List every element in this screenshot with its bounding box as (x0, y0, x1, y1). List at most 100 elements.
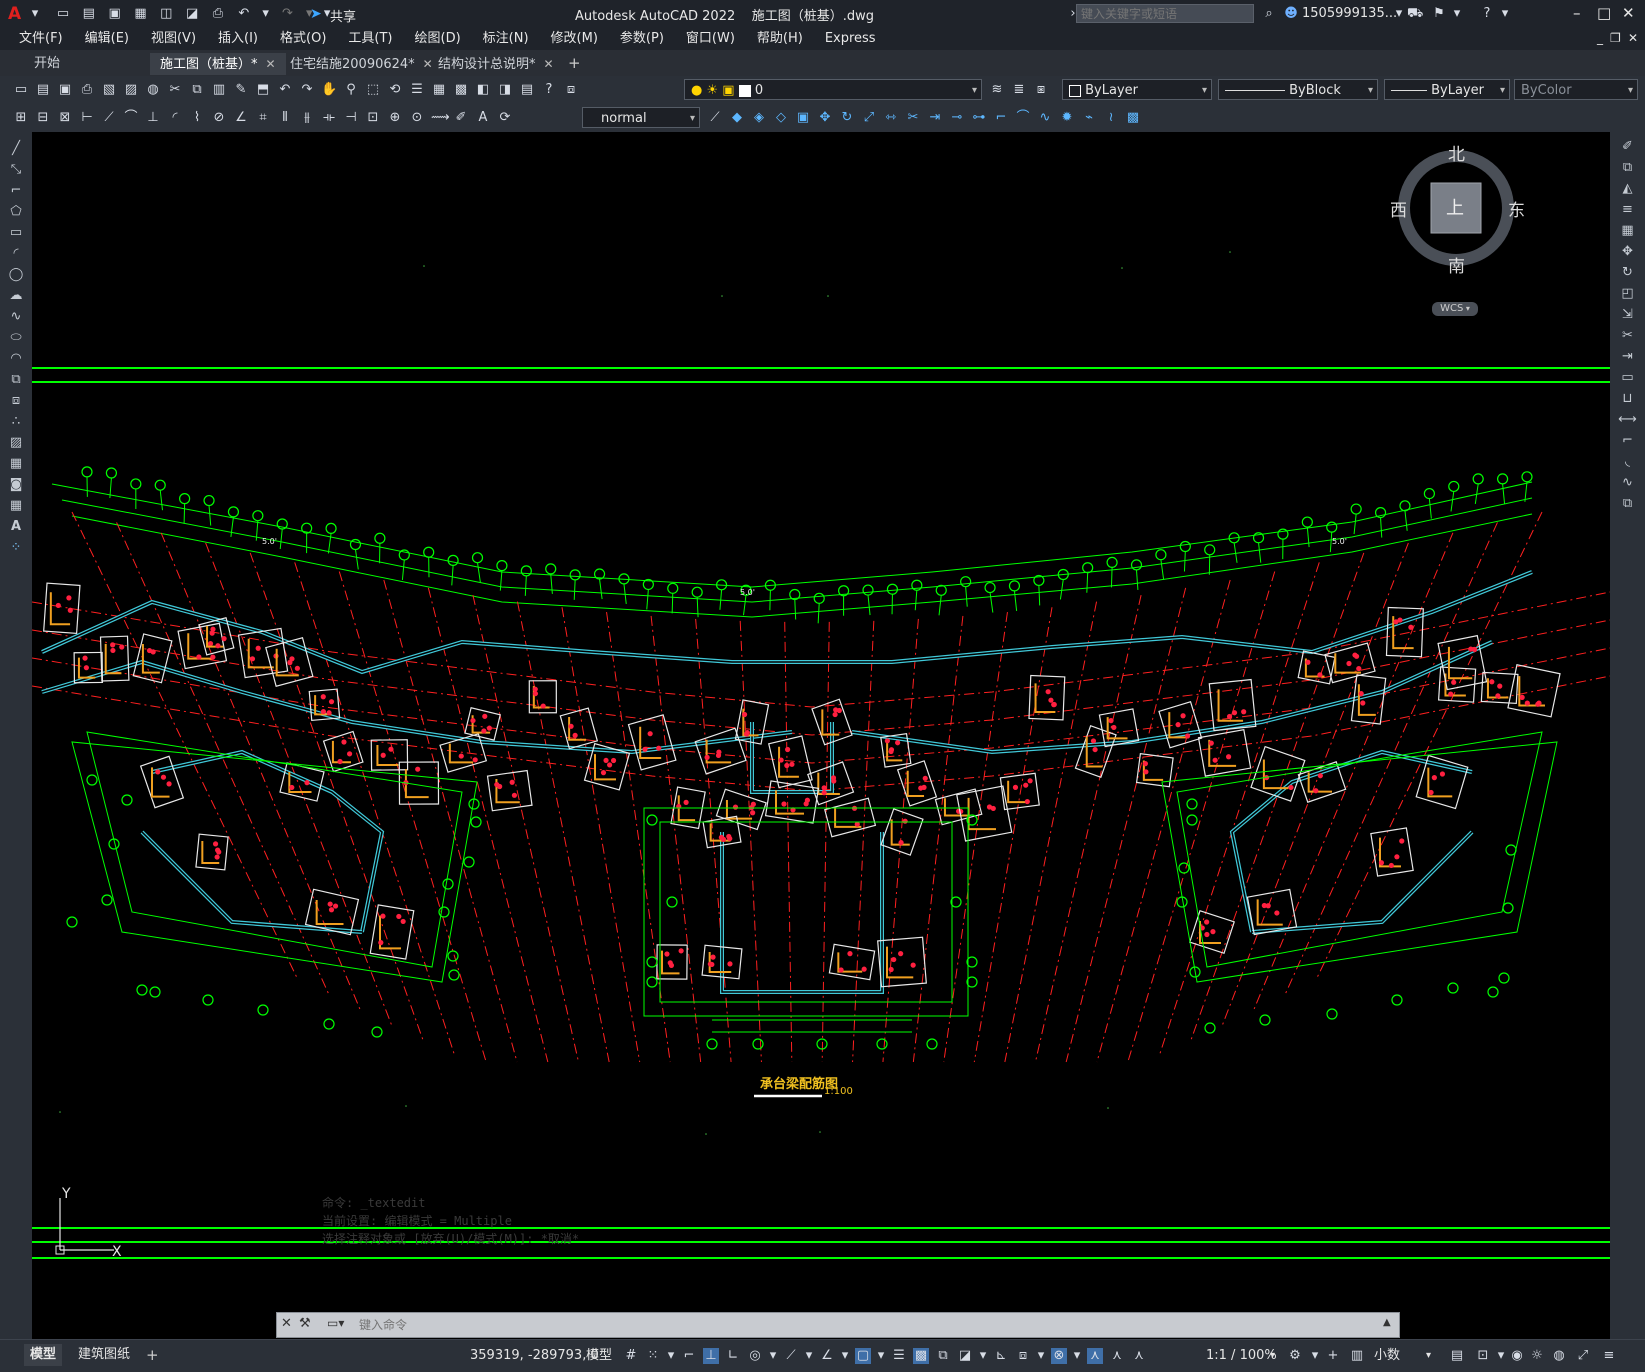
menu-item[interactable]: Express (825, 28, 876, 50)
explode-icon[interactable]: ✹ (1059, 110, 1075, 126)
menu-item[interactable]: 编辑(E) (85, 28, 129, 50)
help-dropdown-icon[interactable]: ▾ (1497, 6, 1513, 22)
otrack-icon[interactable]: ⟋ (783, 1348, 799, 1364)
scale-icon[interactable]: ◰ (1610, 283, 1645, 304)
cart-icon[interactable]: ⛟ (1407, 6, 1423, 22)
pedit-icon[interactable]: ⌁ (1081, 110, 1097, 126)
command-prompt-icon[interactable]: ▭▾ (327, 1316, 344, 1330)
layer-properties-icon[interactable]: ⧈ (563, 82, 579, 98)
dynamic-ucs-icon[interactable]: ⊾ (993, 1348, 1009, 1364)
layer-dropdown[interactable]: ● ☀ ▣ 0 ▾ (684, 79, 982, 100)
angle-icon[interactable]: ∠ (819, 1348, 835, 1364)
undo-icon[interactable]: ↶ (277, 82, 293, 98)
join-icon[interactable]: ⟷ (1610, 409, 1645, 430)
save-web-icon[interactable]: ◪ (184, 6, 200, 22)
line-icon[interactable]: ╱ (0, 138, 32, 159)
autocad-logo-icon[interactable]: A (8, 4, 21, 24)
save-icon[interactable]: ▣ (57, 82, 73, 98)
pan-icon[interactable]: ✋ (321, 82, 337, 98)
hatch-icon[interactable]: ▨ (0, 432, 32, 453)
dim-style-icon[interactable]: ⊠ (57, 110, 73, 126)
baseline-icon[interactable]: ⫴ (277, 110, 293, 126)
lock-ui-dropdown-icon[interactable]: ▾ (1493, 1348, 1509, 1364)
linetype-dropdown[interactable]: ByBlock ▾ (1218, 79, 1378, 100)
grid-icon[interactable]: # (623, 1348, 639, 1364)
space-icon[interactable]: ⟛ (321, 110, 337, 126)
zoom-window-icon[interactable]: ⬚ (365, 82, 381, 98)
clean-screen-icon[interactable]: ⤢ (1575, 1348, 1591, 1364)
viewcube[interactable]: 北 南 东 西 上 (1396, 148, 1516, 268)
copy-icon[interactable]: ⧉ (189, 82, 205, 98)
chamfer-icon[interactable]: ⌐ (993, 110, 1009, 126)
save-icon[interactable]: ▣ (107, 6, 123, 22)
share-button[interactable]: 共享 (330, 6, 356, 25)
ellipse-icon[interactable]: ⬭ (0, 327, 32, 348)
otrack-dropdown-icon[interactable]: ▾ (805, 1348, 813, 1364)
paste-icon[interactable]: ▥ (211, 82, 227, 98)
app-menu-chevron-icon[interactable]: ▾ (27, 6, 43, 22)
redo-icon[interactable]: ↷ (299, 82, 315, 98)
maximize-button[interactable]: □ (1597, 4, 1611, 22)
break-icon[interactable]: ⊣ (343, 110, 359, 126)
sheet-set-icon[interactable]: ◧ (475, 82, 491, 98)
break-icon[interactable]: ▭ (1610, 367, 1645, 388)
angle-dropdown-icon[interactable]: ▾ (841, 1348, 849, 1364)
a360-dropdown-icon[interactable]: ▾ (1449, 6, 1465, 22)
text-style-dropdown[interactable]: normal ▾ (582, 107, 700, 128)
rotate-icon[interactable]: ↻ (839, 110, 855, 126)
tab-start[interactable]: 开始 (24, 53, 164, 75)
plotstyle-dropdown[interactable]: ByColor ▾ (1514, 79, 1638, 100)
infer-icon[interactable]: ⌐ (681, 1348, 697, 1364)
tool-palettes-icon[interactable]: ▩ (453, 82, 469, 98)
3d-osnap-icon[interactable]: ◪ (957, 1348, 973, 1364)
move-icon[interactable]: ✥ (1610, 241, 1645, 262)
design-center-icon[interactable]: ▦ (431, 82, 447, 98)
workspace-gear-icon[interactable]: ⚙ (1287, 1348, 1303, 1364)
menu-item[interactable]: 参数(P) (620, 28, 664, 50)
tab-model[interactable]: 模型 (24, 1344, 62, 1366)
lock-ui-icon[interactable]: ⊡ (1475, 1348, 1491, 1364)
quick-dimension-icon[interactable]: ⌗ (255, 110, 271, 126)
break-point-icon[interactable]: ⊸ (949, 110, 965, 126)
viewcube-west[interactable]: 西 (1390, 196, 1407, 221)
hardware-acceleration-icon[interactable]: ☼ (1529, 1348, 1545, 1364)
qdim-icon[interactable]: ⊟ (35, 110, 51, 126)
wcs-menu[interactable]: WCS ▾ (1432, 302, 1478, 316)
snap-dropdown-icon[interactable]: ▾ (667, 1348, 675, 1364)
doc-minimize-button[interactable]: _ (1597, 31, 1603, 45)
annotation-scale-icon[interactable]: ⋏ (1131, 1348, 1147, 1364)
transparency-icon[interactable]: ▩ (913, 1348, 929, 1364)
ellipse-arc-icon[interactable]: ◠ (0, 348, 32, 369)
customization-menu-icon[interactable]: ≡ (1601, 1348, 1617, 1364)
chevron-down-icon[interactable]: ▾ (1270, 1346, 1275, 1366)
construction-line-icon[interactable]: ⤡ (0, 159, 32, 180)
isodraft-icon[interactable]: ◎ (747, 1348, 763, 1364)
inspect-icon[interactable]: ⊙ (409, 110, 425, 126)
new-icon[interactable]: ▭ (13, 82, 29, 98)
isolate-objects-icon[interactable]: ◉ (1509, 1348, 1525, 1364)
add-selected-icon[interactable]: ⁘ (0, 537, 32, 558)
doc-close-button[interactable]: ✕ (1628, 31, 1638, 45)
3d-osnap-dropdown-icon[interactable]: ▾ (979, 1348, 987, 1364)
tolerance-icon[interactable]: ⊡ (365, 110, 381, 126)
dim-edit-icon[interactable]: ✐ (453, 110, 469, 126)
menu-item[interactable]: 插入(I) (218, 28, 258, 50)
tab-residential-structure[interactable]: 住宅结施20090624*✕ (280, 53, 443, 75)
diameter-icon[interactable]: ⊘ (211, 110, 227, 126)
user-icon[interactable]: ☻ (1283, 6, 1299, 22)
revcloud-icon[interactable]: ☁ (0, 285, 32, 306)
linear-dim-icon[interactable]: ⊢ (79, 110, 95, 126)
close-icon[interactable]: ✕ (281, 1316, 292, 1331)
tab-pile-foundation[interactable]: 施工图（桩基）*✕ (150, 53, 286, 75)
quick-properties-icon[interactable]: ▤ (1449, 1348, 1465, 1364)
add-layout-plus-icon[interactable]: + (146, 1346, 159, 1364)
center-mark-icon[interactable]: ⊕ (387, 110, 403, 126)
lineweight-dropdown[interactable]: ByLayer ▾ (1384, 79, 1510, 100)
stretch-icon[interactable]: ⇿ (883, 110, 899, 126)
fillet-icon[interactable]: ⌒ (1015, 110, 1031, 126)
viewcube-south[interactable]: 南 (1448, 252, 1465, 277)
make-current-icon[interactable]: ≋ (989, 82, 1005, 98)
zoom-previous-icon[interactable]: ⟲ (387, 82, 403, 98)
quick-dim-icon[interactable]: ⊞ (13, 110, 29, 126)
annotation-monitor-plus-icon[interactable]: + (1325, 1348, 1341, 1364)
